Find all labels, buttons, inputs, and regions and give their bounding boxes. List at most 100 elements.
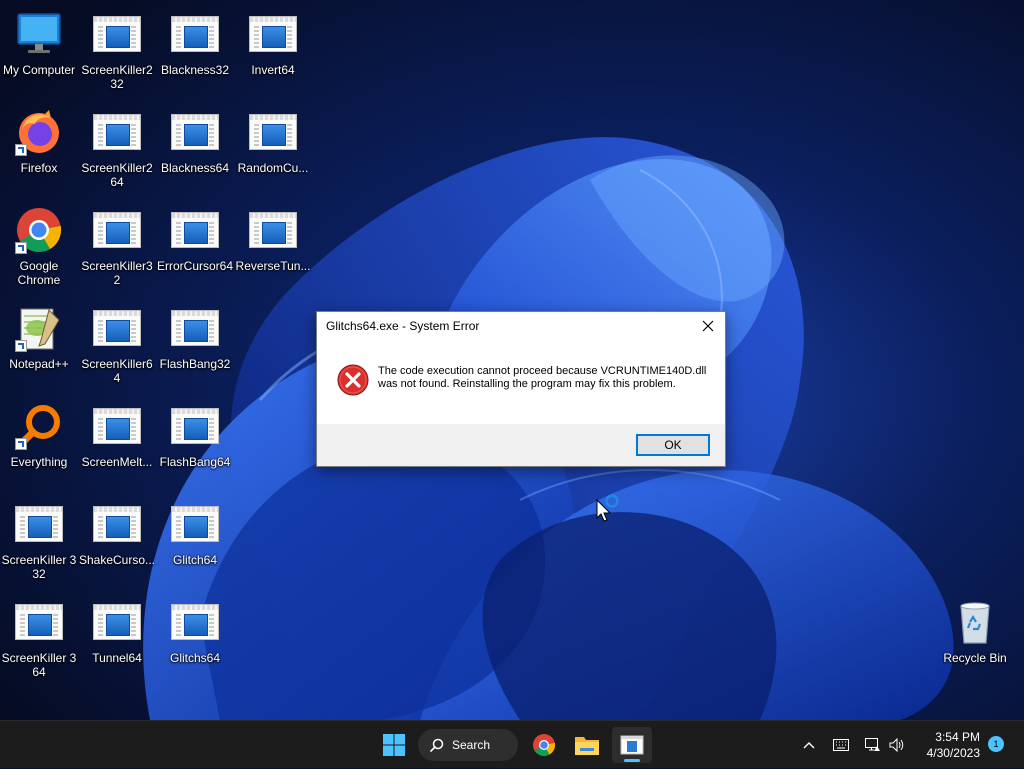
program-icon <box>171 402 219 450</box>
taskbar-search-button[interactable]: Search <box>418 729 518 761</box>
desktop-icon-label: ScreenKiller64 <box>81 357 153 385</box>
desktop-icon-label: Blackness32 <box>160 63 230 77</box>
glitchs64-icon <box>620 735 644 755</box>
desktop-icon-label: Everything <box>10 455 68 469</box>
dialog-title: Glitchs64.exe - System Error <box>326 319 480 333</box>
desktop-icon-screenkiller2-64[interactable]: ScreenKiller2 64 <box>78 104 156 196</box>
desktop-icon-label: Invert64 <box>251 63 295 77</box>
program-icon <box>249 10 297 58</box>
desktop-icon-glitch64[interactable]: Glitch64 <box>156 496 234 588</box>
keyboard-layout-button[interactable] <box>830 721 852 769</box>
active-indicator <box>624 759 640 762</box>
system-error-dialog: Glitchs64.exe - System Error The code ex… <box>316 311 726 467</box>
program-icon <box>93 402 141 450</box>
clock-date: 4/30/2023 <box>926 746 980 760</box>
desktop-icon-label: ShakeCurso... <box>78 553 156 567</box>
program-icon <box>171 206 219 254</box>
desktop-icon-glitchs64[interactable]: Glitchs64 <box>156 594 234 686</box>
program-icon <box>171 598 219 646</box>
notepad-plus-plus-icon <box>15 304 63 352</box>
program-icon <box>171 10 219 58</box>
desktop-icon-shakecursor[interactable]: ShakeCurso... <box>78 496 156 588</box>
desktop-icon-label: FlashBang64 <box>159 455 231 469</box>
file-explorer-icon <box>575 737 599 755</box>
volume-button[interactable] <box>886 721 908 769</box>
chrome-icon <box>533 734 555 756</box>
desktop-icon-firefox[interactable]: Firefox <box>0 104 78 196</box>
desktop-icon-label: ScreenKiller2 64 <box>81 161 153 189</box>
error-icon <box>337 364 369 396</box>
program-icon <box>171 304 219 352</box>
desktop-icon-screenkiller-3-64[interactable]: ScreenKiller 3 64 <box>0 594 78 686</box>
desktop-icon-screenkiller64[interactable]: ScreenKiller64 <box>78 300 156 392</box>
desktop-icon-flashbang64[interactable]: FlashBang64 <box>156 398 234 490</box>
dialog-footer: OK <box>317 424 725 466</box>
start-icon <box>383 734 405 756</box>
program-icon <box>15 500 63 548</box>
desktop-icon-flashbang32[interactable]: FlashBang32 <box>156 300 234 392</box>
desktop-icon-label: ScreenKiller32 <box>81 259 153 287</box>
shortcut-arrow-icon <box>15 340 27 352</box>
monitor-icon <box>15 10 63 58</box>
everything-search-icon <box>15 402 63 450</box>
shortcut-arrow-icon <box>15 242 27 254</box>
program-icon <box>93 206 141 254</box>
ok-button[interactable]: OK <box>636 434 710 456</box>
desktop-icon-screenkiller-3-32[interactable]: ScreenKiller 3 32 <box>0 496 78 588</box>
desktop-icon-reversetunnel[interactable]: ReverseTun... <box>234 202 312 294</box>
program-icon <box>93 108 141 156</box>
search-icon <box>430 738 444 752</box>
desktop-icon-label: ReverseTun... <box>235 259 311 273</box>
search-label: Search <box>452 738 491 752</box>
network-button[interactable] <box>862 721 884 769</box>
desktop-icon-screenkiller2-32[interactable]: ScreenKiller2 32 <box>78 6 156 98</box>
chrome-icon <box>15 206 63 254</box>
program-icon <box>93 10 141 58</box>
desktop-icon-label: Google Chrome <box>17 259 61 287</box>
shortcut-arrow-icon <box>15 438 27 450</box>
desktop-icon-label: ScreenKiller 3 32 <box>1 553 77 581</box>
desktop-icon-label: Glitch64 <box>172 553 218 567</box>
desktop-icon-tunnel64[interactable]: Tunnel64 <box>78 594 156 686</box>
desktop-icon-screenkiller32[interactable]: ScreenKiller32 <box>78 202 156 294</box>
desktop-icon-label: ErrorCursor64 <box>156 259 234 273</box>
desktop-icon-invert64[interactable]: Invert64 <box>234 6 312 98</box>
taskbar: Search 3:54 PM 4/30/2023 <box>0 720 1024 768</box>
desktop-icon-label: Glitchs64 <box>169 651 221 665</box>
desktop-icon-label: Tunnel64 <box>92 651 142 665</box>
recycle-bin-icon <box>951 598 999 646</box>
desktop-icon-label: ScreenKiller 3 64 <box>1 651 77 679</box>
taskbar-glitchs64-button[interactable] <box>612 727 652 763</box>
program-icon <box>93 500 141 548</box>
notification-badge[interactable]: 1 <box>988 736 1004 752</box>
taskbar-clock[interactable]: 3:54 PM 4/30/2023 <box>910 729 980 761</box>
desktop-icon-label: RandomCu... <box>237 161 309 175</box>
program-icon <box>93 304 141 352</box>
show-hidden-icons-button[interactable] <box>798 721 820 769</box>
desktop-icon-label: FlashBang32 <box>159 357 231 371</box>
start-button[interactable] <box>376 727 412 763</box>
clock-time: 3:54 PM <box>935 730 980 744</box>
program-icon <box>249 108 297 156</box>
desktop-icon-label: Recycle Bin <box>943 651 1007 665</box>
desktop-icon-blackness32[interactable]: Blackness32 <box>156 6 234 98</box>
program-icon <box>15 598 63 646</box>
desktop-icon-recycle-bin[interactable]: Recycle Bin <box>936 594 1014 686</box>
desktop-icon-screenmelt[interactable]: ScreenMelt... <box>78 398 156 490</box>
desktop-icon-everything[interactable]: Everything <box>0 398 78 490</box>
desktop-icon-label: Notepad++ <box>9 357 69 371</box>
desktop-icon-google-chrome[interactable]: Google Chrome <box>0 202 78 294</box>
desktop-icon-notepad-plus-plus[interactable]: Notepad++ <box>0 300 78 392</box>
desktop-icon-randomcursor[interactable]: RandomCu... <box>234 104 312 196</box>
desktop-icon-errorcursor64[interactable]: ErrorCursor64 <box>156 202 234 294</box>
taskbar-chrome-button[interactable] <box>526 727 562 763</box>
desktop-icon-my-computer[interactable]: My Computer <box>0 6 78 98</box>
desktop-icon-label: Firefox <box>20 161 58 175</box>
taskbar-file-explorer-button[interactable] <box>569 727 605 763</box>
desktop-icon-label: ScreenMelt... <box>81 455 153 469</box>
firefox-icon <box>15 108 63 156</box>
dialog-close-button[interactable] <box>697 316 719 336</box>
program-icon <box>93 598 141 646</box>
desktop-icon-blackness64[interactable]: Blackness64 <box>156 104 234 196</box>
close-icon <box>702 320 714 332</box>
